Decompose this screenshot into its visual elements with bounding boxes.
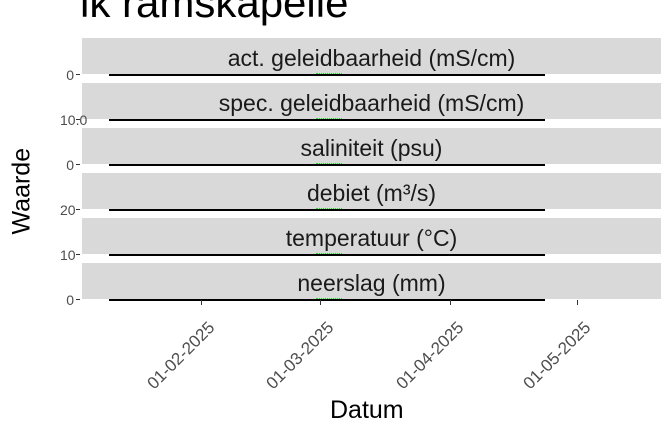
x-axis-line: [109, 74, 545, 76]
y-axis-label: Waarde: [7, 147, 36, 235]
x-tick-mark: [450, 300, 451, 305]
x-tick-mark: [320, 300, 321, 305]
y-tick-label: 0: [66, 67, 74, 83]
x-tick-label: 01-04-2025: [392, 318, 468, 393]
x-axis-line: [109, 164, 545, 166]
chart-title: lk ramskapelle: [80, 0, 349, 26]
y-tick-label: 0: [66, 157, 74, 173]
x-tick-mark: [577, 300, 578, 305]
series-line: [316, 163, 342, 164]
series-line: [316, 253, 342, 254]
x-axis-line: [109, 119, 545, 121]
x-axis-line: [109, 254, 545, 256]
x-axis-label: Datum: [330, 396, 404, 424]
y-tick-mark: [76, 299, 80, 300]
y-tick-mark: [76, 209, 80, 210]
y-tick-label: 0: [66, 292, 74, 308]
x-tick-label: 01-05-2025: [519, 318, 595, 393]
facet-strip: act. geleidbaarheid (mS/cm): [82, 38, 661, 74]
facet-strip: neerslag (mm): [82, 263, 661, 299]
y-tick-mark: [76, 74, 80, 75]
x-tick-mark: [201, 300, 202, 305]
facet-strip: debiet (m³/s): [82, 173, 661, 209]
series-line: [316, 118, 342, 119]
series-line: [316, 298, 342, 299]
x-tick-label: 01-02-2025: [143, 318, 219, 393]
facet-strip: spec. geleidbaarheid (mS/cm): [82, 83, 661, 119]
facet-strip: saliniteit (psu): [82, 128, 661, 164]
x-axis-line: [109, 209, 545, 211]
y-tick-mark: [76, 119, 80, 120]
y-tick-label: 10.0: [60, 112, 88, 128]
series-line: [316, 208, 342, 209]
y-tick-label: 10: [60, 247, 76, 263]
x-tick-label: 01-03-2025: [262, 318, 338, 393]
y-tick-mark: [76, 254, 80, 255]
y-tick-label: 20: [60, 202, 76, 218]
facet-strip: temperatuur (°C): [82, 218, 661, 254]
y-tick-mark: [76, 164, 80, 165]
series-line: [316, 73, 342, 74]
x-axis-line: [109, 299, 545, 301]
